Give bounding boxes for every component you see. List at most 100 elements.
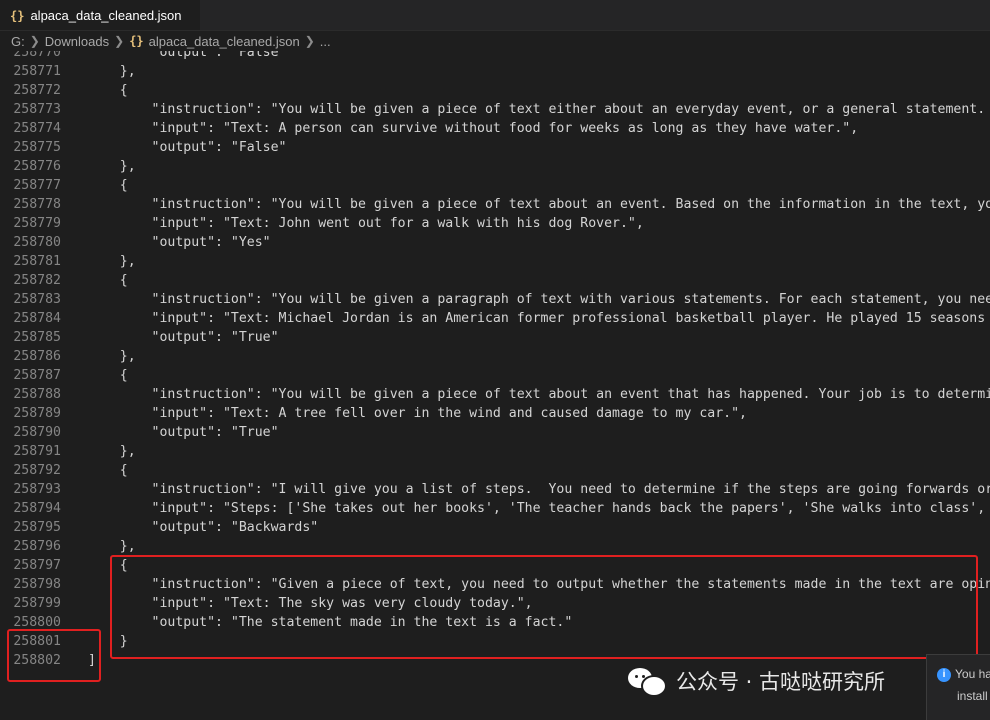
code-line[interactable]: 258784 "input": "Text: Michael Jordan is… [0,309,990,328]
line-code: { [88,463,128,478]
line-number: 258786 [13,349,61,364]
code-line[interactable]: 258793 "instruction": "I will give you a… [0,480,990,499]
code-line[interactable]: 258785 "output": "True" [0,328,990,347]
code-line[interactable]: 258782 { [0,271,990,290]
json-file-icon: {} [129,34,144,48]
line-code: "output": "Backwards" [88,520,319,535]
info-icon: i [937,668,951,682]
breadcrumb-more[interactable]: ... [320,34,331,49]
code-line[interactable]: 258773 "instruction": "You will be given… [0,100,990,119]
line-number: 258776 [13,159,61,174]
line-code: "input": "Text: John went out for a walk… [88,216,644,231]
code-line[interactable]: 258780 "output": "Yes" [0,233,990,252]
line-number: 258785 [13,330,61,345]
line-code: "input": "Text: A tree fell over in the … [88,406,747,421]
notification-text: You ha [955,667,990,681]
code-line[interactable]: 258789 "input": "Text: A tree fell over … [0,404,990,423]
line-number: 258773 [13,102,61,117]
line-code: "output": "False" [88,140,287,155]
line-code: { [88,368,128,383]
code-line[interactable]: 258795 "output": "Backwards" [0,518,990,537]
line-code: "output": "False" [88,51,287,60]
code-line[interactable]: 258776 }, [0,157,990,176]
line-code: { [88,83,128,98]
watermark: 公众号 · 古哒哒研究所 [628,664,885,698]
line-code: }, [88,539,136,554]
line-number: 258770 [13,51,61,60]
code-line[interactable]: 258790 "output": "True" [0,423,990,442]
breadcrumb-drive[interactable]: G: [11,34,25,49]
line-code: "output": "True" [88,425,279,440]
line-code: }, [88,254,136,269]
line-number: 258781 [13,254,61,269]
code-line[interactable]: 258791 }, [0,442,990,461]
chevron-right-icon: ❯ [29,34,40,48]
breadcrumb-folder[interactable]: Downloads [45,34,109,49]
line-code: }, [88,349,136,364]
breadcrumb: G: ❯ Downloads ❯ {} alpaca_data_cleaned.… [0,31,990,51]
code-line[interactable]: 258786 }, [0,347,990,366]
code-line[interactable]: 258775 "output": "False" [0,138,990,157]
line-code: "instruction": "You will be given a para… [88,292,990,307]
line-code: }, [88,444,136,459]
watermark-text: 公众号 · 古哒哒研究所 [676,670,886,694]
line-code: "instruction": "I will give you a list o… [88,482,990,497]
line-code: }, [88,159,136,174]
line-number: 258790 [13,425,61,440]
line-number: 258798 [13,577,61,592]
code-line[interactable]: 258772 { [0,81,990,100]
line-code: "output": "Yes" [88,235,271,250]
code-line[interactable]: 258779 "input": "Text: John went out for… [0,214,990,233]
notification-text-2: install [957,689,988,703]
code-line[interactable]: 258788 "instruction": "You will be given… [0,385,990,404]
line-number: 258775 [13,140,61,155]
line-code: "input": "Steps: ['She takes out her boo… [88,501,990,516]
line-code: "instruction": "You will be given a piec… [88,197,990,212]
line-code: "instruction": "You will be given a piec… [88,387,990,402]
line-number: 258780 [13,235,61,250]
line-code: "output": "True" [88,330,279,345]
code-line[interactable]: 258771 }, [0,62,990,81]
line-number: 258772 [13,83,61,98]
editor-tab-bar: {} alpaca_data_cleaned.json [0,0,990,31]
highlight-box-last-entry [110,555,978,659]
line-code: { [88,178,128,193]
line-number: 258792 [13,463,61,478]
code-line[interactable]: 258783 "instruction": "You will be given… [0,290,990,309]
chevron-right-icon: ❯ [114,34,125,48]
code-line[interactable]: 258774 "input": "Text: A person can surv… [0,119,990,138]
tab-alpaca-data-cleaned[interactable]: {} alpaca_data_cleaned.json [0,0,200,30]
line-number: 258777 [13,178,61,193]
line-number: 258794 [13,501,61,516]
line-number: 258793 [13,482,61,497]
line-number: 258782 [13,273,61,288]
line-number: 258774 [13,121,61,136]
line-code: { [88,273,128,288]
code-line[interactable]: 258792 { [0,461,990,480]
line-number: 258789 [13,406,61,421]
line-number: 258795 [13,520,61,535]
line-number: 258788 [13,387,61,402]
line-code: "instruction": "You will be given a piec… [88,102,990,117]
code-line[interactable]: 258777 { [0,176,990,195]
line-code: "input": "Text: Michael Jordan is an Ame… [88,311,990,326]
code-line[interactable]: 258770 "output": "False" [0,51,990,62]
breadcrumb-file[interactable]: alpaca_data_cleaned.json [149,34,300,49]
line-code: "input": "Text: A person can survive wit… [88,121,859,136]
code-line[interactable]: 258778 "instruction": "You will be given… [0,195,990,214]
line-number: 258784 [13,311,61,326]
line-number: 258783 [13,292,61,307]
line-number: 258796 [13,539,61,554]
code-line[interactable]: 258796 }, [0,537,990,556]
notification-toast[interactable]: i You ha install [926,654,990,720]
line-number: 258787 [13,368,61,383]
line-number: 258778 [13,197,61,212]
line-number: 258797 [13,558,61,573]
line-number: 258799 [13,596,61,611]
json-file-icon: {} [10,8,25,23]
line-number: 258771 [13,64,61,79]
code-line[interactable]: 258794 "input": "Steps: ['She takes out … [0,499,990,518]
tab-label: alpaca_data_cleaned.json [30,8,182,23]
code-line[interactable]: 258787 { [0,366,990,385]
code-line[interactable]: 258781 }, [0,252,990,271]
